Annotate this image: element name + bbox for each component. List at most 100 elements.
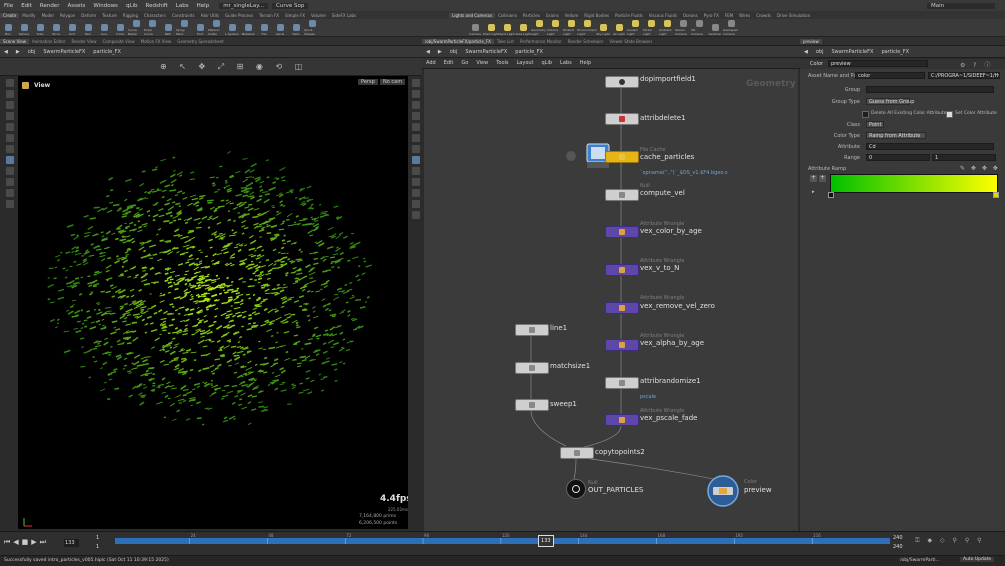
range-start2-field[interactable]: 1	[96, 544, 99, 550]
menu-windows[interactable]: Windows	[89, 3, 122, 9]
ramp-tool-icons[interactable]: ✎ ✥ ✥ ✥	[960, 165, 1000, 172]
tool-line[interactable]: Line	[96, 24, 112, 36]
template-icon[interactable]	[412, 167, 420, 175]
snap-icon[interactable]	[6, 178, 14, 186]
wireframe-icon[interactable]	[412, 112, 420, 120]
param-header-icons[interactable]: ⚙ ? ⓘ	[960, 60, 993, 69]
node-vex-pscale-fade[interactable]	[605, 414, 639, 426]
tool-font[interactable]: Font	[192, 24, 208, 36]
shelf-tab-viscous-fluids[interactable]: Viscous Fluids	[646, 13, 680, 18]
nav-forward-icon[interactable]: ▶	[12, 49, 24, 55]
net-menu-tools[interactable]: Tools	[492, 60, 512, 66]
tool-torus[interactable]: Torus	[48, 24, 64, 36]
target-icon[interactable]	[6, 200, 14, 208]
tab-preview[interactable]: preview	[800, 39, 822, 44]
nav-back-icon[interactable]: ◀	[800, 49, 812, 55]
move-tool-icon[interactable]	[6, 90, 14, 98]
node-copytopoints2[interactable]	[560, 447, 594, 459]
shelf-tab-collisions[interactable]: Collisions	[495, 13, 520, 18]
key-icons[interactable]: ⚿ ◆ ◇ ⚲ ⚲ ⚲	[915, 537, 985, 545]
ramp-remove-icon[interactable]: +	[819, 175, 826, 182]
tool-gi-light[interactable]: GI Light	[611, 24, 627, 36]
tool-metaball[interactable]: Metaball	[240, 24, 256, 36]
attribute-field[interactable]: Cd	[866, 143, 994, 150]
asset-name-field[interactable]: color	[855, 72, 925, 79]
tab-render-scheduler[interactable]: Render Scheduler	[565, 39, 607, 44]
node-attribdelete1[interactable]	[605, 113, 639, 125]
shelf-tab-particle-fluids[interactable]: Particle Fluids	[612, 13, 646, 18]
lock-icon[interactable]	[6, 189, 14, 197]
nav-forward-icon[interactable]: ▶	[434, 49, 446, 55]
node-options-icon[interactable]	[566, 151, 576, 161]
network-editor[interactable]: Geometry dopimportfield1 attribdelete1	[424, 69, 798, 531]
tool-caustic-light[interactable]: Caustic Light	[627, 20, 643, 36]
rotate-tool-icon[interactable]	[6, 101, 14, 109]
tool-sky-light[interactable]: Sky Light	[595, 24, 611, 36]
brush-tool-icon[interactable]	[6, 134, 14, 142]
tool-sphere[interactable]: Sphere	[16, 24, 32, 36]
net-menu-go[interactable]: Go	[457, 60, 472, 66]
viewport-3d[interactable]: View Persp No cam 4.4fps 225.02ms 7,164,…	[18, 76, 408, 529]
select-tool-icon[interactable]	[6, 79, 14, 87]
shelf-tab-volume[interactable]: Volume	[308, 13, 329, 18]
tool-point-light[interactable]: Point Light	[483, 24, 499, 36]
shelf-tab-characters[interactable]: Characters	[141, 13, 169, 18]
net-menu-help[interactable]: Help	[576, 60, 595, 66]
menu-qlib[interactable]: qLib	[122, 3, 142, 9]
tool-circle[interactable]: Circle	[112, 24, 128, 36]
shelf-tab-pyro-fx[interactable]: Pyro FX	[701, 13, 722, 18]
visualizer-icon[interactable]	[412, 189, 420, 197]
view-tool-icon[interactable]	[6, 156, 14, 164]
shelf-tab-drive-simulation[interactable]: Drive Simulation	[774, 13, 813, 18]
menu-edit[interactable]: Edit	[17, 3, 36, 9]
path-swarm[interactable]: SwarmParticleFX	[461, 49, 511, 55]
node-vex-alpha-by-age[interactable]	[605, 339, 639, 351]
tool-draw-curve[interactable]: Draw Curve	[144, 20, 160, 36]
shelf-tab-modify[interactable]: Modify	[19, 13, 38, 18]
net-menu-labs[interactable]: Labs	[556, 60, 576, 66]
nav-back-icon[interactable]: ◀	[422, 49, 434, 55]
node-dopimportfield1[interactable]	[605, 76, 639, 88]
tool-quick-shapes[interactable]: Quick Shapes	[304, 20, 320, 36]
points-icon[interactable]	[412, 123, 420, 131]
camera-lock-icon[interactable]	[412, 200, 420, 208]
tool-vr-camera[interactable]: VR Camera	[691, 20, 707, 36]
nav-back-icon[interactable]: ◀	[0, 49, 12, 55]
tool-file[interactable]: File	[256, 24, 272, 36]
menu-render[interactable]: Render	[36, 3, 64, 9]
shelf-tab-create[interactable]: Create	[0, 13, 19, 18]
tab-render-view[interactable]: Render View	[68, 39, 99, 44]
tool-grid[interactable]: Grid	[64, 24, 80, 36]
tool-gamepad-camera[interactable]: Gamepad Camera	[723, 20, 739, 36]
backface-icon[interactable]	[412, 178, 420, 186]
shelf-tab-rigging[interactable]: Rigging	[120, 13, 141, 18]
tool-ambient-light[interactable]: Ambient Light	[659, 20, 675, 36]
ghost-icon[interactable]	[412, 156, 420, 164]
tab-take-list[interactable]: Take List	[494, 39, 517, 44]
shelf-tab-deform[interactable]: Deform	[78, 13, 99, 18]
tab-motion-fx-view[interactable]: Motion FX View	[138, 39, 175, 44]
net-menu-edit[interactable]: Edit	[440, 60, 458, 66]
tool-spot-light[interactable]: Spot Light	[499, 24, 515, 36]
status-path[interactable]: /obj/SwarmParti...	[900, 558, 940, 563]
display-options-icon[interactable]	[412, 79, 420, 87]
tab-composite-view[interactable]: Composite View	[100, 39, 138, 44]
tab-animation-editor[interactable]: Animation Editor	[29, 39, 69, 44]
shelf-tab-polygon[interactable]: Polygon	[57, 13, 79, 18]
shelf-tab-rigid-bodies[interactable]: Rigid Bodies	[581, 13, 612, 18]
tool-stereo-camera[interactable]: Stereo Camera	[675, 20, 691, 36]
range-min-field[interactable]: 0	[866, 154, 930, 161]
shelf-tab-oceans[interactable]: Oceans	[680, 13, 701, 18]
normals-icon[interactable]	[412, 134, 420, 142]
tool-area-light[interactable]: Area Light	[515, 24, 531, 36]
tool-path[interactable]: Path	[160, 24, 176, 36]
viewport-tool-icons[interactable]: ⊕ ↖ ✥ ⤢ ⊞ ◉ ⟲ ◫	[160, 62, 307, 72]
tool-platonic-solids[interactable]: Platonic Solids	[208, 20, 224, 36]
path-particle-fx[interactable]: particle_FX	[511, 49, 547, 55]
shelf-tab-vellum[interactable]: Vellum	[562, 13, 582, 18]
color-type-dropdown[interactable]: Ramp from Attribute	[866, 132, 926, 139]
tool-helix[interactable]: Helix	[288, 24, 304, 36]
range-max-field[interactable]: 1	[932, 154, 996, 161]
frame-marker[interactable]: 133	[538, 535, 554, 547]
tool-volume-light[interactable]: Volume Light	[547, 20, 563, 36]
